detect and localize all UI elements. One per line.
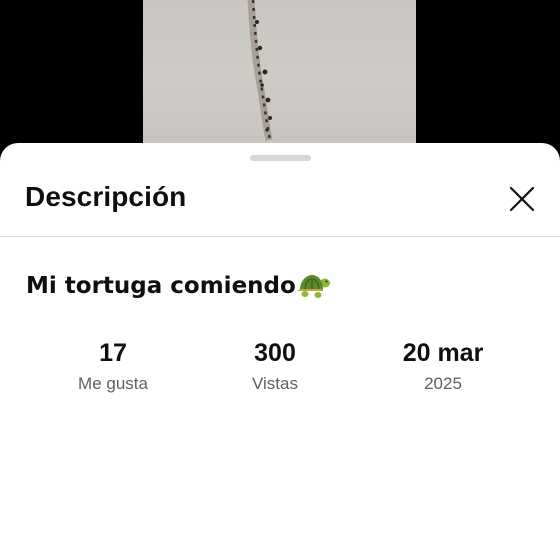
close-icon [509,186,535,212]
turtle-icon [296,275,330,298]
video-frame[interactable] [143,0,416,160]
description-sheet: Descripción Mi tortuga comiendo 17 Me gu… [0,143,560,560]
views-stat: 300 Vistas [195,338,355,394]
likes-count: 17 [99,339,127,367]
video-title-row: Mi tortuga comiendo [26,271,331,301]
date-stat: 20 mar 2025 [363,338,523,394]
video-content-image [247,0,273,141]
views-count: 300 [254,339,296,367]
video-title: Mi tortuga comiendo [26,273,296,299]
likes-label: Me gusta [78,374,148,393]
drag-handle[interactable] [250,155,311,161]
likes-stat: 17 Me gusta [33,338,193,394]
publish-date: 20 mar [402,339,484,367]
video-player[interactable] [0,0,560,160]
sheet-title: Descripción [25,181,187,212]
views-label: Vistas [252,374,298,393]
divider [0,236,560,237]
close-button[interactable] [504,181,540,217]
publish-year: 2025 [424,374,462,393]
video-stats: 17 Me gusta 300 Vistas 20 mar 2025 [0,338,560,398]
